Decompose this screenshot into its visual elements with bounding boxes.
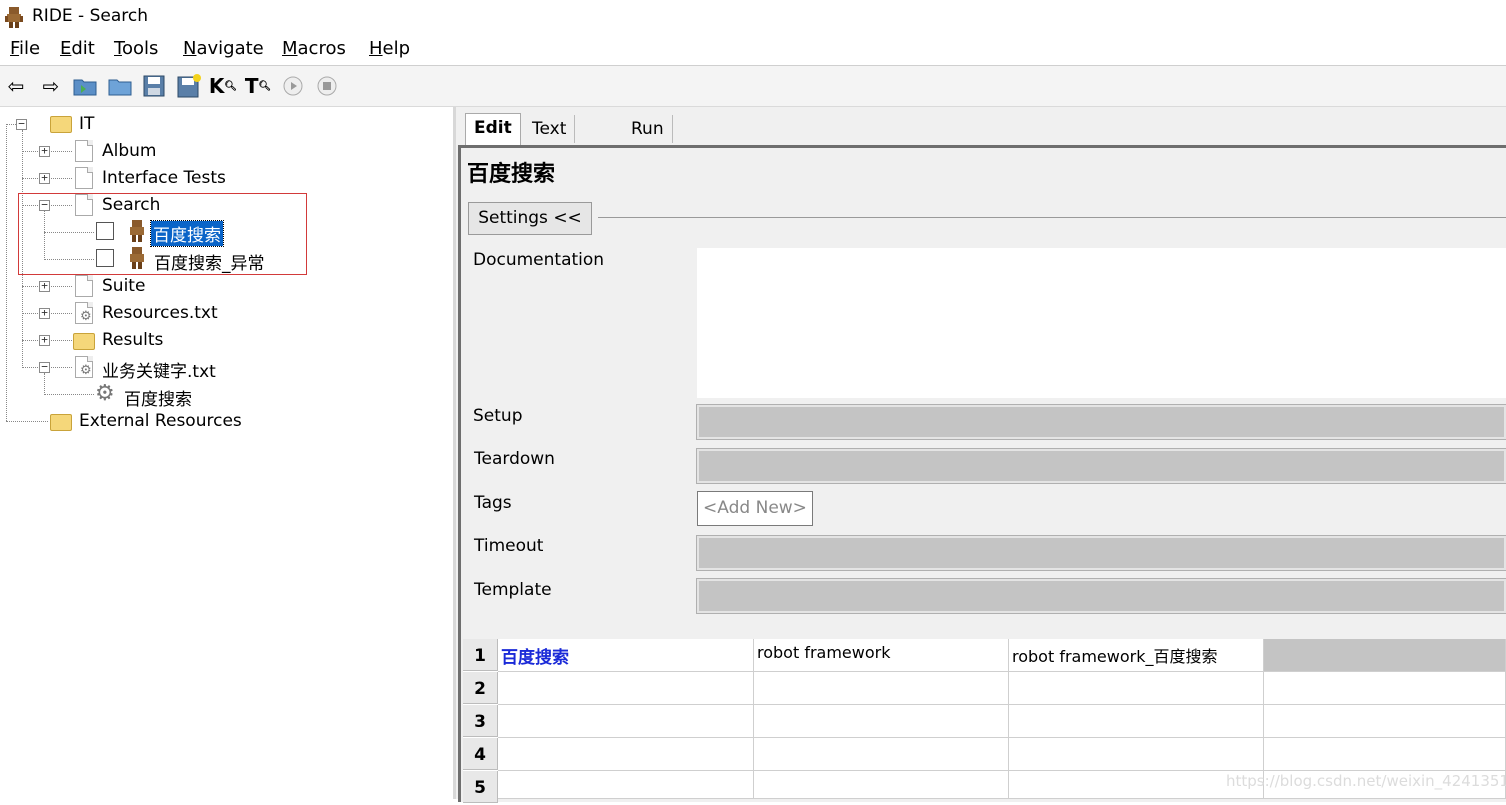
gear-icon: ⚙: [80, 363, 92, 378]
grid-cell[interactable]: [1264, 705, 1506, 738]
grid-cell[interactable]: [754, 672, 1009, 705]
tab-text-edit[interactable]: Text Edit: [524, 115, 576, 167]
menu-navigate[interactable]: Navigate: [183, 38, 264, 59]
tree-node-interface-tests[interactable]: Interface Tests: [102, 168, 226, 188]
settings-toggle-button[interactable]: Settings <<: [468, 202, 592, 235]
grid-cell[interactable]: [498, 738, 754, 771]
grid-cell[interactable]: [1264, 639, 1506, 672]
row-header[interactable]: 4: [463, 738, 498, 770]
grid-cell-arg2[interactable]: robot framework_百度搜索: [1009, 639, 1264, 672]
collapse-toggle-keywords-file[interactable]: −: [39, 361, 50, 373]
keyword-gear-icon: ⚙: [95, 381, 115, 406]
setup-field[interactable]: [696, 404, 1506, 440]
menu-edit[interactable]: Edit: [60, 38, 95, 59]
settings-divider: [598, 217, 1506, 218]
documentation-field[interactable]: [697, 248, 1506, 398]
open-folder-icon[interactable]: [107, 73, 133, 99]
back-arrow-icon[interactable]: ⇦: [3, 73, 29, 99]
window-title: RIDE - Search: [32, 6, 149, 26]
grid-cell[interactable]: [754, 771, 1009, 799]
collapse-toggle-search[interactable]: −: [39, 199, 50, 211]
menu-macros[interactable]: Macros: [282, 38, 346, 59]
test-checkbox-2[interactable]: [96, 249, 114, 267]
tree-node-search[interactable]: Search: [102, 195, 160, 215]
setup-label: Setup: [473, 406, 523, 426]
teardown-label: Teardown: [474, 449, 555, 469]
tree-node-results[interactable]: Results: [102, 330, 163, 350]
robot-test-icon: [130, 247, 144, 269]
test-checkbox-1[interactable]: [96, 222, 114, 240]
teardown-field[interactable]: [696, 448, 1506, 484]
tree-node-it[interactable]: IT: [79, 114, 94, 134]
row-header[interactable]: 5: [463, 771, 498, 803]
row-header[interactable]: 1: [463, 639, 498, 671]
grid-cell[interactable]: [1264, 672, 1506, 705]
template-field[interactable]: [696, 578, 1506, 614]
grid-cell[interactable]: [1009, 672, 1264, 705]
row-header[interactable]: 2: [463, 672, 498, 704]
grid-cell[interactable]: [498, 672, 754, 705]
expand-toggle-results[interactable]: +: [39, 334, 50, 346]
folder-icon: [50, 414, 72, 431]
grid-cell[interactable]: [498, 705, 754, 738]
robot-test-icon: [130, 220, 144, 242]
grid-cell[interactable]: [1264, 738, 1506, 771]
forward-arrow-icon[interactable]: ⇨: [38, 73, 64, 99]
grid-cell-keyword[interactable]: 百度搜索: [498, 639, 754, 672]
tree-node-keywords-file[interactable]: 业务关键字.txt: [102, 357, 216, 382]
stop-icon[interactable]: [314, 73, 340, 99]
file-icon: [75, 275, 93, 297]
search-keywords-icon[interactable]: K 🔍︎: [209, 73, 237, 99]
page-title: 百度搜索: [467, 162, 556, 187]
timeout-label: Timeout: [474, 536, 544, 556]
row-header[interactable]: 3: [463, 705, 498, 737]
expand-toggle-resources[interactable]: +: [39, 307, 50, 319]
tab-run[interactable]: Run: [623, 115, 673, 143]
grid-cell[interactable]: [1009, 705, 1264, 738]
add-new-tag-button[interactable]: <Add New>: [697, 491, 813, 526]
expand-toggle-interface-tests[interactable]: +: [39, 172, 50, 184]
tree-node-suite[interactable]: Suite: [102, 276, 145, 296]
collapse-toggle-it[interactable]: −: [16, 118, 27, 130]
tree-node-keyword-baidu-search[interactable]: 百度搜索: [124, 385, 192, 410]
tree-node-test-baidu-search-error[interactable]: 百度搜索_异常: [154, 249, 265, 274]
save-icon[interactable]: [141, 73, 167, 99]
tree-node-resources[interactable]: Resources.txt: [102, 303, 218, 323]
file-icon: [75, 140, 93, 162]
expand-toggle-album[interactable]: +: [39, 145, 50, 157]
gear-icon: ⚙: [80, 309, 92, 324]
robot-app-icon: [5, 7, 23, 28]
toolbar: ⇦ ⇨ K 🔍︎ T 🔍︎: [0, 66, 1506, 107]
open-directory-icon[interactable]: [72, 73, 98, 99]
file-icon: [75, 167, 93, 189]
menu-file[interactable]: File: [10, 38, 40, 59]
tree-node-external-resources[interactable]: External Resources: [79, 411, 242, 431]
grid-cell[interactable]: [754, 705, 1009, 738]
grid-cell[interactable]: [754, 738, 1009, 771]
menu-bar: File Edit Tools Navigate Macros Help: [0, 34, 1506, 66]
menu-tools[interactable]: Tools: [114, 38, 158, 59]
title-bar: RIDE - Search: [0, 0, 1506, 34]
tree-node-test-baidu-search[interactable]: 百度搜索: [150, 220, 224, 247]
file-icon: [75, 194, 93, 216]
tags-label: Tags: [474, 493, 512, 513]
watermark: https://blog.csdn.net/weixin_42413519: [1226, 772, 1506, 790]
grid-cell[interactable]: [498, 771, 754, 799]
tab-edit[interactable]: Edit: [465, 113, 521, 145]
search-tests-icon[interactable]: T 🔍︎: [245, 73, 271, 99]
run-icon[interactable]: [280, 73, 306, 99]
folder-icon: [73, 333, 95, 350]
folder-open-icon: [50, 116, 72, 133]
grid-cell-arg1[interactable]: robot framework: [754, 639, 1009, 672]
tree-node-album[interactable]: Album: [102, 141, 156, 161]
template-label: Template: [474, 580, 552, 600]
grid-cell[interactable]: [1009, 738, 1264, 771]
expand-toggle-suite[interactable]: +: [39, 280, 50, 292]
documentation-label: Documentation: [473, 250, 605, 270]
timeout-field[interactable]: [696, 535, 1506, 571]
menu-help[interactable]: Help: [369, 38, 410, 59]
save-all-icon[interactable]: [176, 73, 202, 99]
